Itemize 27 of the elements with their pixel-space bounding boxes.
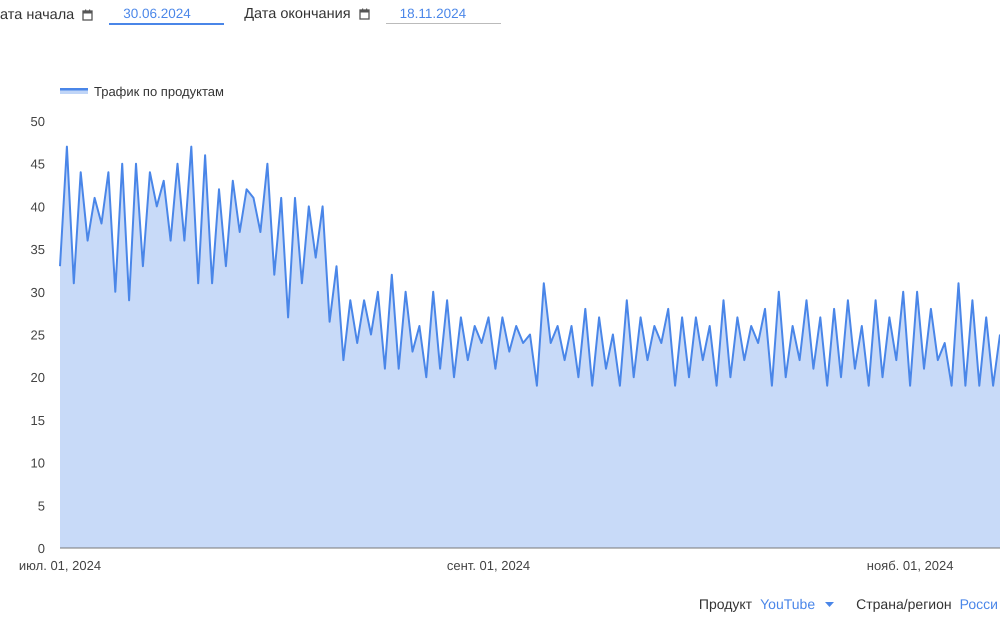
- axis-label: 50: [30, 114, 45, 129]
- axis-label: июл. 01, 2024: [18, 558, 102, 573]
- calendar-icon[interactable]: [82, 8, 94, 20]
- date-label: ата начала: [0, 6, 74, 22]
- axis-label: 20: [30, 370, 45, 386]
- date-field[interactable]: 30.06.2024: [109, 4, 224, 25]
- axis-label: нояб. 01, 2024: [866, 558, 954, 573]
- axis-label: 35: [30, 242, 45, 258]
- legend-item: Трафик по продуктам: [60, 84, 224, 99]
- axis-label: 45: [30, 156, 45, 172]
- filter-label: Продукт: [698, 596, 752, 612]
- legend-label: Трафик по продуктам: [94, 84, 224, 99]
- axis-label: 5: [38, 498, 45, 514]
- product-dropdown[interactable]: YouTube: [760, 596, 834, 612]
- caret-icon: [825, 602, 834, 606]
- axis-label: 25: [30, 328, 45, 342]
- date-field[interactable]: 18.11.2024: [386, 4, 501, 24]
- date-label: Дата окончания: [244, 6, 351, 22]
- axis-label: сент. 01, 2024: [446, 558, 530, 573]
- filter-label: Страна/регион: [856, 596, 952, 612]
- axis-label: 30: [30, 284, 45, 300]
- calendar-icon[interactable]: [358, 8, 370, 20]
- axis-label: 40: [30, 199, 45, 214]
- axis-label: 10: [30, 456, 45, 471]
- axis-label: 0: [38, 541, 45, 556]
- filter-value[interactable]: Росси: [960, 596, 998, 612]
- axis-label: 15: [30, 412, 45, 428]
